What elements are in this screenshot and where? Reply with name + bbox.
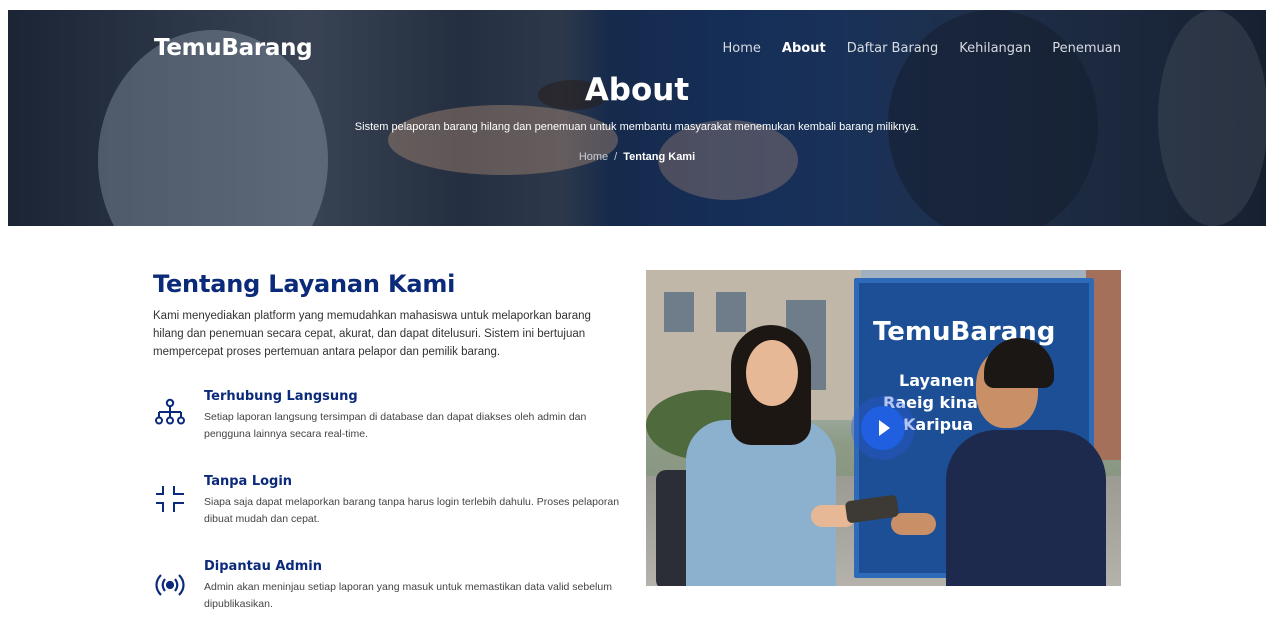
breadcrumb-home[interactable]: Home	[579, 151, 608, 163]
hero-photo-edge	[1158, 10, 1266, 226]
hero-photo-hand-left	[388, 105, 618, 175]
video-thumbnail[interactable]: TemuBarang Layanen Raeig kina Karipua	[646, 270, 1121, 586]
feature-text: Siapa saja dapat melaporkan barang tanpa…	[204, 496, 620, 525]
brand-logo[interactable]: TemuBarang	[154, 35, 313, 61]
person-right-body	[946, 430, 1106, 586]
building-window	[664, 292, 694, 332]
building-window	[716, 292, 746, 332]
network-icon	[153, 397, 187, 431]
nav-daftar-barang[interactable]: Daftar Barang	[847, 41, 939, 56]
hero-subtitle: Sistem pelaporan barang hilang dan penem…	[354, 121, 920, 133]
broadcast-icon	[153, 567, 187, 601]
nav-kehilangan[interactable]: Kehilangan	[959, 41, 1031, 56]
main-nav: Home About Daftar Barang Kehilangan Pene…	[723, 41, 1121, 56]
section-description: Kami menyediakan platform yang memudahka…	[153, 310, 591, 358]
play-icon[interactable]	[879, 420, 890, 436]
scan-corners-icon	[153, 482, 187, 516]
breadcrumb-current: Tentang Kami	[623, 151, 696, 163]
person-left-face	[746, 340, 798, 406]
page-title: About	[584, 72, 690, 108]
feature-text: Setiap laporan langsung tersimpan di dat…	[204, 411, 587, 440]
section-title: Tentang Layanan Kami	[153, 270, 456, 298]
breadcrumb-separator: /	[614, 151, 618, 163]
play-button[interactable]	[851, 396, 915, 460]
nav-home[interactable]: Home	[723, 41, 761, 56]
breadcrumb: Home / Tentang Kami	[8, 151, 1266, 163]
feature-title: Tanpa Login	[204, 474, 293, 489]
nav-penemuan[interactable]: Penemuan	[1052, 41, 1121, 56]
feature-title: Dipantau Admin	[204, 559, 322, 574]
nav-about[interactable]: About	[782, 41, 826, 56]
sign-line: Layanen	[899, 371, 975, 390]
hero-banner: TemuBarang Home About Daftar Barang Kehi…	[8, 10, 1266, 226]
person-right-hand	[891, 513, 936, 535]
feature-text: Admin akan meninjau setiap laporan yang …	[204, 581, 612, 610]
feature-title: Terhubung Langsung	[204, 389, 358, 404]
